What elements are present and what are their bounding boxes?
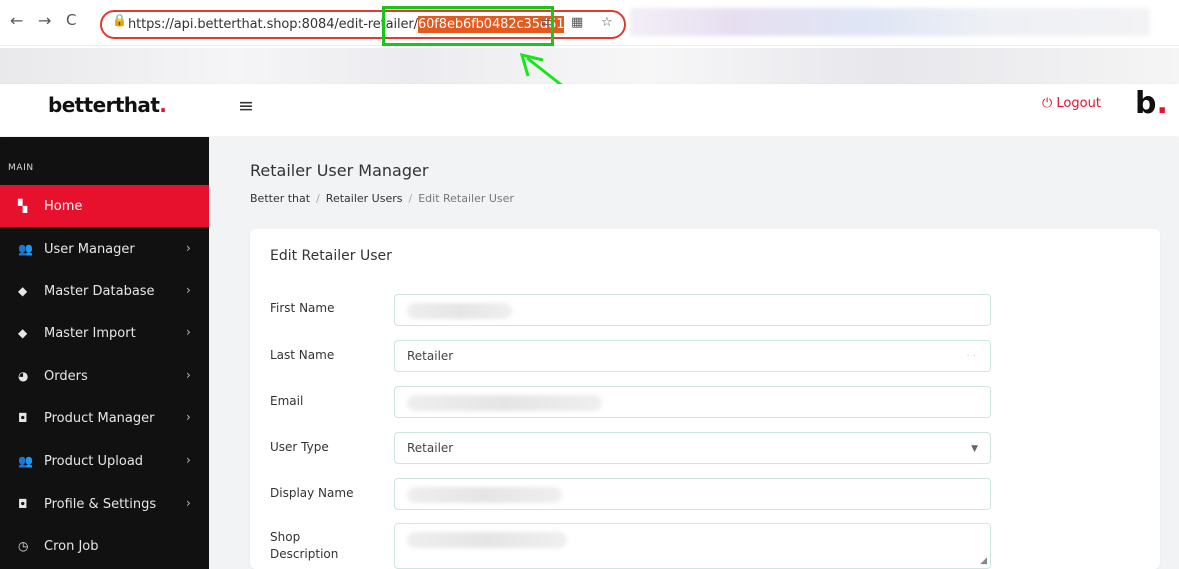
- sidebar-item-user-manager[interactable]: 👥 User Manager ›: [0, 228, 209, 270]
- email-label: Email: [270, 394, 304, 408]
- grid-icon: ▚: [18, 199, 28, 213]
- card-title: Edit Retailer User: [270, 248, 392, 264]
- email-field[interactable]: [394, 386, 991, 418]
- brand-logo[interactable]: betterthat.: [48, 93, 167, 117]
- user-type-value: Retailer: [407, 441, 454, 455]
- user-type-label: User Type: [270, 440, 329, 454]
- logout-button[interactable]: ⏻ Logout: [1042, 96, 1101, 111]
- sidebar-item-cron-job[interactable]: ◷ Cron Job: [0, 525, 209, 567]
- sidebar-item-product-manager[interactable]: ◘ Product Manager ›: [0, 397, 209, 439]
- chevron-right-icon: ›: [186, 241, 191, 255]
- logo-letter: b: [1135, 86, 1157, 121]
- chevron-right-icon: ›: [186, 410, 191, 424]
- sidebar-item-label: Home: [44, 199, 83, 214]
- brand-text: betterthat: [48, 93, 160, 117]
- sidebar-item-label: Master Database: [44, 284, 155, 299]
- box-icon: ◘: [18, 411, 28, 425]
- breadcrumb-separator: /: [408, 192, 413, 205]
- chevron-right-icon: ›: [186, 453, 191, 467]
- first-name-field[interactable]: [394, 294, 991, 326]
- redacted-value: [407, 487, 562, 503]
- last-name-label: Last Name: [270, 348, 335, 362]
- sidebar-item-label: Product Upload: [44, 454, 144, 469]
- sidebar-item-master-database[interactable]: ◆ Master Database ›: [0, 270, 209, 312]
- resize-handle-icon[interactable]: ◢: [980, 556, 987, 566]
- logo-dot: .: [1156, 86, 1168, 121]
- sidebar-item-label: Product Manager: [44, 411, 155, 426]
- shield-icon: ◆: [18, 326, 28, 340]
- b-logo: b.: [1135, 86, 1168, 121]
- sidebar-item-master-import[interactable]: ◆ Master Import ›: [0, 312, 209, 354]
- sidebar-item-label: User Manager: [44, 242, 135, 257]
- sidebar-item-label: Orders: [44, 369, 88, 384]
- breadcrumb: Better that / Retailer Users / Edit Retailer…: [250, 192, 514, 205]
- redacted-value: [407, 303, 512, 319]
- shield-icon: ◆: [18, 284, 28, 298]
- breadcrumb-current: Edit Retailer User: [418, 192, 514, 205]
- sidebar-item-product-upload[interactable]: 👥 Product Upload ›: [0, 440, 209, 482]
- chevron-right-icon: ›: [186, 325, 191, 339]
- redacted-value: [407, 395, 602, 411]
- users-icon: 👥: [18, 454, 33, 468]
- pie-icon: ◕: [18, 369, 29, 383]
- menu-icon[interactable]: ≡: [238, 95, 254, 117]
- breadcrumb-separator: /: [316, 192, 320, 205]
- users-icon: 👥: [18, 242, 33, 256]
- brand-dot: .: [159, 93, 167, 117]
- display-name-label: Display Name: [270, 486, 354, 500]
- shop-description-textarea[interactable]: ◢: [394, 523, 991, 569]
- display-name-field[interactable]: [394, 478, 991, 510]
- redacted-value: [407, 532, 567, 548]
- caret-down-icon: ▼: [971, 444, 978, 454]
- clock-icon: ◷: [18, 539, 29, 553]
- sidebar-item-orders[interactable]: ◕ Orders ›: [0, 355, 209, 397]
- password-manager-icon[interactable]: · ·: [966, 351, 976, 362]
- sidebar-item-profile-settings[interactable]: ◘ Profile & Settings ›: [0, 483, 209, 525]
- app-header: [0, 84, 1179, 136]
- last-name-field[interactable]: Retailer · ·: [394, 340, 991, 372]
- last-name-value: Retailer: [407, 349, 454, 363]
- chevron-right-icon: ›: [186, 283, 191, 297]
- sidebar-section-title: MAIN: [8, 163, 34, 173]
- breadcrumb-link-home[interactable]: Better that: [250, 192, 310, 205]
- first-name-label: First Name: [270, 301, 335, 315]
- sidebar-item-label: Master Import: [44, 326, 136, 341]
- sidebar-item-label: Profile & Settings: [44, 497, 157, 512]
- chevron-right-icon: ›: [186, 496, 191, 510]
- page-title: Retailer User Manager: [250, 161, 429, 180]
- user-type-select[interactable]: Retailer ▼: [394, 432, 991, 464]
- shop-description-label: Shop Description: [270, 530, 339, 561]
- sidebar-item-label: Cron Job: [44, 539, 99, 554]
- chevron-right-icon: ›: [186, 368, 191, 382]
- box-icon: ◘: [18, 497, 28, 511]
- breadcrumb-link-retailer-users[interactable]: Retailer Users: [326, 192, 403, 205]
- sidebar-item-home[interactable]: ▚ Home: [0, 185, 209, 227]
